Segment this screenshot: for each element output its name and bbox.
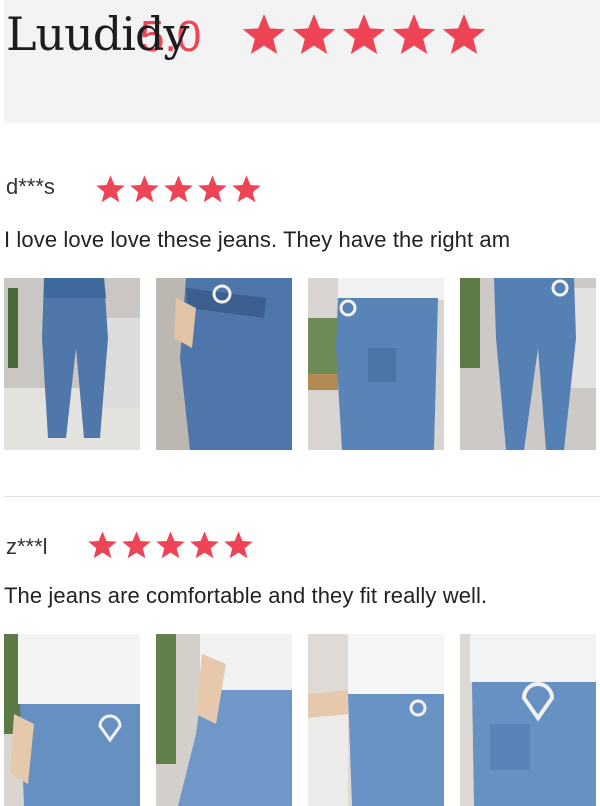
star-icon (222, 530, 255, 561)
star-icon (94, 174, 127, 205)
star-icon (230, 174, 263, 205)
review-text: I love love love these jeans. They have … (4, 227, 511, 252)
star-icon (86, 530, 119, 561)
star-icon (390, 12, 438, 58)
review-text: The jeans are comfortable and they fit r… (4, 583, 488, 608)
review-photo[interactable] (4, 634, 140, 806)
review-photos (4, 278, 596, 450)
star-icon (196, 174, 229, 205)
review-photo[interactable] (156, 634, 292, 806)
review-divider (4, 496, 600, 497)
star-icon (240, 12, 288, 58)
review-stars (86, 530, 255, 561)
reviewer-name: z***l (6, 534, 48, 559)
star-icon (290, 12, 338, 58)
brand-watermark: Luudidy (6, 7, 189, 61)
star-icon (120, 530, 153, 561)
review-photos (4, 634, 596, 806)
reviewer-name: d***s (6, 174, 55, 199)
review-photo[interactable] (4, 278, 140, 450)
star-icon (340, 12, 388, 58)
star-icon (128, 174, 161, 205)
review-photo[interactable] (460, 278, 596, 450)
review-stars (94, 174, 263, 205)
review-photo[interactable] (308, 634, 444, 806)
review-photo[interactable] (156, 278, 292, 450)
star-icon (188, 530, 221, 561)
star-icon (440, 12, 488, 58)
star-icon (154, 530, 187, 561)
average-stars (240, 12, 488, 58)
review-photo[interactable] (308, 278, 444, 450)
review-photo[interactable] (460, 634, 596, 806)
star-icon (162, 174, 195, 205)
